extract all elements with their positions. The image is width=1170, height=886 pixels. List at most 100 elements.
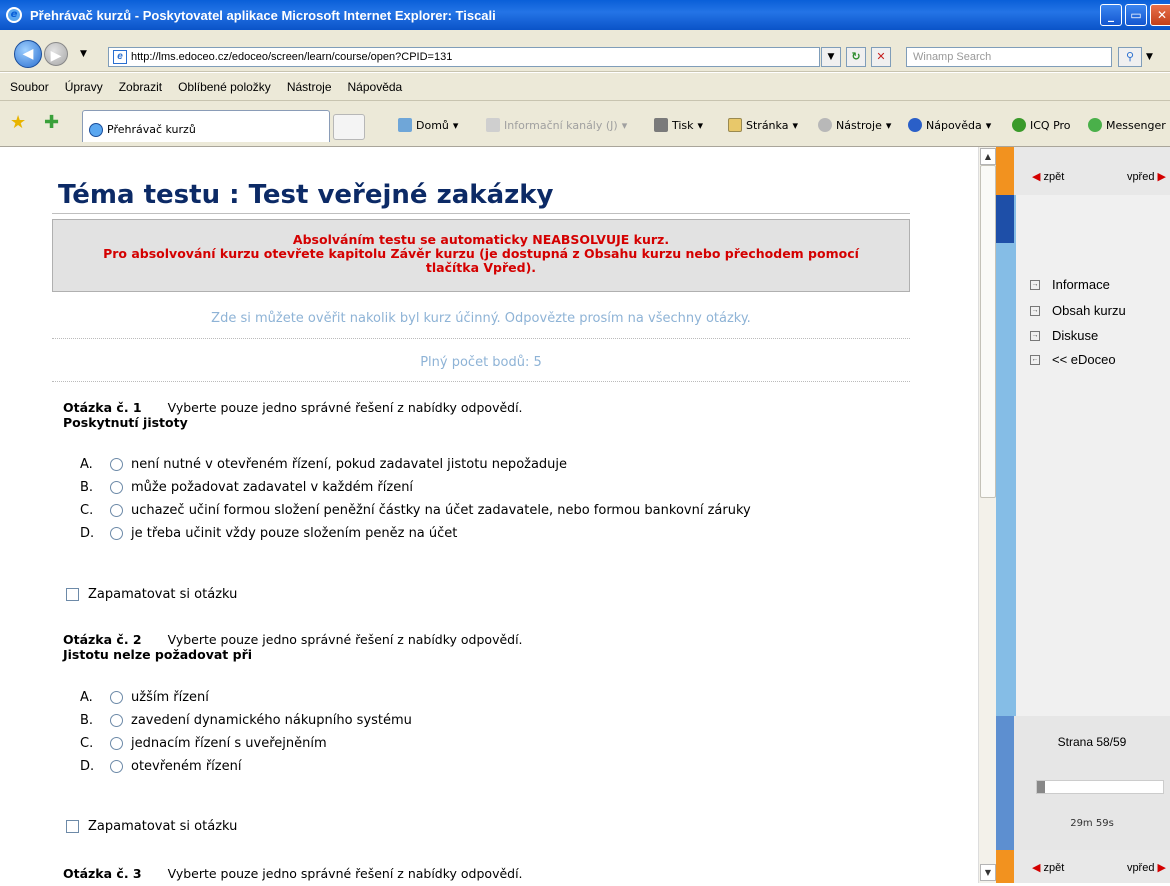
radio-button[interactable]: [110, 504, 123, 517]
back-button[interactable]: ◀: [14, 40, 42, 68]
close-button[interactable]: ✕: [1150, 4, 1170, 26]
question-1-instruction: Vyberte pouze jedno správné řešení z nab…: [167, 400, 523, 415]
sidebar-item-info[interactable]: → Informace: [1030, 277, 1110, 292]
address-dropdown-icon[interactable]: ▼: [821, 47, 841, 67]
q2-option-d[interactable]: D. otevřeném řízení: [80, 759, 241, 774]
back-label: zpět: [1043, 861, 1065, 874]
q1-option-b[interactable]: B. může požadovat zadavatel v každém říz…: [80, 480, 413, 495]
q1-option-c[interactable]: C. uchazeč učiní formou složení peněžní …: [80, 503, 751, 518]
sidebar-item-label: Diskuse: [1052, 328, 1099, 343]
q1-option-d[interactable]: D. je třeba učinit vždy pouze složením p…: [80, 526, 457, 541]
radio-button[interactable]: [110, 458, 123, 471]
forward-label: vpřed: [1126, 861, 1155, 874]
scroll-down-icon[interactable]: ▼: [980, 864, 996, 881]
address-input[interactable]: e http://lms.edoceo.cz/edoceo/screen/lea…: [108, 47, 820, 67]
sidebar-item-discussion[interactable]: → Diskuse: [1030, 328, 1098, 343]
forward-link-bottom[interactable]: vpřed ▶: [1127, 861, 1166, 874]
warning-line-1: Absolváním testu se automaticky NEABSOLV…: [292, 232, 670, 247]
warning-box: Absolváním testu se automaticky NEABSOLV…: [52, 219, 910, 292]
radio-button[interactable]: [110, 691, 123, 704]
new-tab-button[interactable]: [333, 114, 365, 140]
stop-icon[interactable]: ✕: [871, 47, 891, 67]
option-letter: D.: [80, 759, 95, 774]
forward-label: vpřed: [1126, 170, 1155, 183]
icq-label: ICQ Pro: [1030, 118, 1071, 132]
help-button[interactable]: Nápověda ▾: [908, 118, 991, 132]
url-text: http://lms.edoceo.cz/edoceo/screen/learn…: [131, 51, 453, 63]
option-letter: A.: [80, 457, 93, 472]
page-button[interactable]: Stránka ▾: [728, 118, 798, 132]
timer: 29m 59s: [1070, 818, 1114, 829]
title-divider: [52, 213, 910, 214]
q2-option-c[interactable]: C. jednacím řízení s uveřejněním: [80, 736, 327, 751]
menu-file[interactable]: Soubor: [10, 80, 49, 94]
q2-option-a[interactable]: A. užším řízení: [80, 690, 209, 705]
menu-edit[interactable]: Úpravy: [65, 80, 103, 94]
menu-help[interactable]: Nápověda: [348, 80, 403, 94]
favorites-star-icon[interactable]: ★: [10, 112, 26, 133]
history-dropdown-icon[interactable]: ▼: [80, 49, 87, 59]
radio-button[interactable]: [110, 714, 123, 727]
radio-button[interactable]: [110, 527, 123, 540]
search-input[interactable]: Winamp Search: [906, 47, 1112, 67]
radio-button[interactable]: [110, 481, 123, 494]
gear-icon: [818, 118, 832, 132]
q1-remember[interactable]: Zapamatovat si otázku: [66, 587, 237, 602]
question-1-header: Otázka č. 1 Vyberte pouze jedno správné …: [63, 400, 523, 415]
forward-link-top[interactable]: vpřed ▶: [1127, 170, 1166, 183]
back-link-top[interactable]: ◀ zpět: [1032, 170, 1064, 183]
remember-checkbox[interactable]: [66, 588, 79, 601]
messenger-icon: [1088, 118, 1102, 132]
tab-label: Přehrávač kurzů: [107, 123, 196, 136]
sidebar-orange-top: [996, 147, 1014, 195]
tab-course-player[interactable]: Přehrávač kurzů: [82, 110, 330, 142]
window-titlebar: e Přehrávač kurzů - Poskytovatel aplikac…: [0, 0, 1170, 30]
help-label: Nápověda: [926, 118, 982, 132]
messenger-button[interactable]: Messenger: [1088, 118, 1166, 132]
divider: [52, 338, 910, 339]
expand-icon: →: [1030, 305, 1040, 316]
back-link-bottom[interactable]: ◀ zpět: [1032, 861, 1064, 874]
remember-checkbox[interactable]: [66, 820, 79, 833]
question-3-instruction: Vyberte pouze jedno správné řešení z nab…: [167, 866, 523, 881]
print-label: Tisk: [672, 118, 694, 132]
maximize-button[interactable]: ▭: [1125, 4, 1147, 26]
icq-button[interactable]: ICQ Pro: [1012, 118, 1071, 132]
radio-button[interactable]: [110, 760, 123, 773]
back-arrow-icon: ◀: [1032, 170, 1041, 183]
points-text: Plný počet bodů: 5: [420, 355, 542, 370]
vertical-scrollbar[interactable]: ▲ ▼: [978, 147, 996, 883]
tools-button[interactable]: Nástroje ▾: [818, 118, 891, 132]
scroll-up-icon[interactable]: ▲: [980, 148, 996, 165]
sidebar-dark-strip: [996, 195, 1014, 243]
back-label: zpět: [1043, 170, 1065, 183]
q1-option-a[interactable]: A. není nutné v otevřeném řízení, pokud …: [80, 457, 567, 472]
menu-favorites[interactable]: Oblíbené položky: [178, 80, 271, 94]
q2-option-b[interactable]: B. zavedení dynamického nákupního systém…: [80, 713, 412, 728]
option-letter: B.: [80, 480, 94, 495]
q2-remember[interactable]: Zapamatovat si otázku: [66, 819, 237, 834]
sidebar-item-edoceo[interactable]: ← << eDoceo: [1030, 352, 1116, 367]
home-button[interactable]: Domů ▾: [398, 118, 458, 132]
warning-line-3: tlačítka Vpřed).: [425, 260, 537, 275]
exit-icon: ←: [1030, 354, 1040, 365]
sidebar-item-contents[interactable]: → Obsah kurzu: [1030, 303, 1126, 318]
menu-view[interactable]: Zobrazit: [119, 80, 162, 94]
scroll-thumb[interactable]: [980, 165, 996, 498]
option-text: užším řízení: [131, 690, 209, 705]
print-button[interactable]: Tisk ▾: [654, 118, 703, 132]
search-options-icon[interactable]: ▼: [1146, 52, 1153, 62]
question-2-header: Otázka č. 2 Vyberte pouze jedno správné …: [63, 632, 523, 647]
minimize-button[interactable]: _: [1100, 4, 1122, 26]
menu-tools[interactable]: Nástroje: [287, 80, 332, 94]
refresh-icon[interactable]: ↻: [846, 47, 866, 67]
help-icon: [908, 118, 922, 132]
search-icon[interactable]: ⚲: [1118, 47, 1142, 67]
option-text: otevřeném řízení: [131, 759, 242, 774]
feeds-button[interactable]: Informační kanály (J) ▾: [486, 118, 627, 132]
progress-fill: [1037, 781, 1045, 793]
forward-button[interactable]: ▶: [44, 42, 68, 66]
messenger-label: Messenger: [1106, 118, 1166, 132]
radio-button[interactable]: [110, 737, 123, 750]
add-favorite-icon[interactable]: ✚: [44, 112, 59, 133]
